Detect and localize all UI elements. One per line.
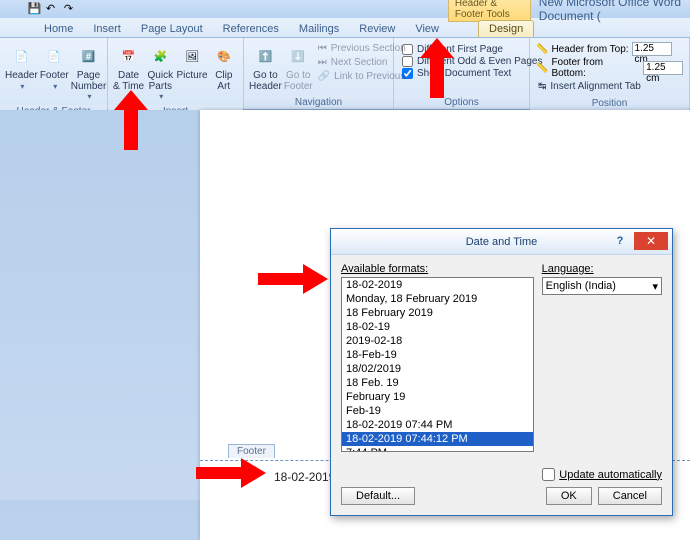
group-label-nav: Navigation [244, 96, 393, 109]
clipart-icon: 🎨 [210, 42, 238, 70]
goto-header-button[interactable]: ⬆️ Go to Header [248, 40, 283, 94]
tab-icon: ↹ [538, 81, 546, 92]
picture-icon: 🖼 [178, 42, 206, 70]
picture-button[interactable]: 🖼 Picture [176, 40, 209, 84]
tab-home[interactable]: Home [34, 21, 83, 37]
language-value: English (India) [546, 280, 616, 292]
annotation-arrow-up-2 [420, 38, 454, 98]
group-header-footer: 📄 Header 📄 Footer #️⃣ Page Number Header… [0, 38, 108, 109]
title-bar: 💾 ↶ ↷ Header & Footer Tools New Microsof… [0, 0, 690, 18]
group-options: Different First Page Different Odd & Eve… [394, 38, 530, 109]
format-option[interactable]: 18 Feb. 19 [342, 376, 533, 390]
format-option[interactable]: 18-02-19 [342, 320, 533, 334]
tab-insert[interactable]: Insert [83, 21, 131, 37]
tab-mailings[interactable]: Mailings [289, 21, 349, 37]
next-icon: ⏭ [318, 57, 327, 68]
update-automatically-checkbox[interactable]: Update automatically [542, 468, 662, 481]
prev-icon: ⏮ [318, 43, 327, 54]
clipart-button[interactable]: 🎨 Clip Art [209, 40, 239, 94]
format-option[interactable]: 18-02-2019 07:44:12 PM [342, 432, 533, 446]
date-time-button[interactable]: 📅 Date & Time [112, 40, 145, 94]
group-navigation: ⬆️ Go to Header ⬇️ Go to Footer ⏮Previou… [244, 38, 394, 109]
goto-header-icon: ⬆️ [251, 42, 279, 70]
dialog-close-button[interactable]: ✕ [634, 232, 668, 250]
format-option[interactable]: 18 February 2019 [342, 306, 533, 320]
format-option[interactable]: 2019-02-18 [342, 334, 533, 348]
tab-references[interactable]: References [213, 21, 289, 37]
group-position: 📏Header from Top:1.25 cm 📏Footer from Bo… [530, 38, 690, 109]
dialog-title-bar[interactable]: Date and Time ? ✕ [331, 229, 672, 255]
format-option[interactable]: 18-Feb-19 [342, 348, 533, 362]
calendar-icon: 📅 [115, 42, 143, 70]
quick-parts-button[interactable]: 🧩 Quick Parts [145, 40, 175, 103]
workspace: Footer 18-02-2019 07:44:02 PM Date and T… [0, 110, 690, 500]
insert-alignment-tab-button[interactable]: ↹Insert Alignment Tab [536, 80, 683, 93]
document-title: New Microsoft Office Word Document ( [539, 0, 690, 23]
language-select[interactable]: English (India) ▾ [542, 277, 662, 295]
dialog-title: Date and Time [466, 236, 538, 248]
annotation-arrow-right-1 [258, 264, 328, 294]
cancel-button[interactable]: Cancel [598, 487, 662, 505]
header-from-top-spinner[interactable]: 📏Header from Top:1.25 cm [536, 42, 683, 56]
tab-page-layout[interactable]: Page Layout [131, 21, 213, 37]
quick-access-toolbar[interactable]: 💾 ↶ ↷ [28, 2, 78, 16]
undo-icon[interactable]: ↶ [46, 2, 60, 16]
next-section-button: ⏭Next Section [316, 56, 408, 69]
chevron-down-icon: ▾ [652, 280, 658, 293]
previous-section-button: ⏮Previous Section [316, 42, 408, 55]
ruler-icon: 📏 [536, 44, 548, 55]
header-icon: 📄 [7, 42, 35, 70]
page-number-button[interactable]: #️⃣ Page Number [70, 40, 108, 103]
format-option[interactable]: 18-02-2019 [342, 278, 533, 292]
format-option[interactable]: 7:44 PM [342, 446, 533, 452]
format-option[interactable]: 18-02-2019 07:44 PM [342, 418, 533, 432]
tab-review[interactable]: Review [349, 21, 405, 37]
contextual-tab-label: Header & Footer Tools [448, 0, 531, 22]
annotation-arrow-up-1 [114, 90, 148, 150]
footer-icon: 📄 [40, 42, 68, 70]
tab-design[interactable]: Design [478, 20, 534, 37]
goto-footer-icon: ⬇️ [284, 42, 312, 70]
ok-button[interactable]: OK [546, 487, 592, 505]
header-button[interactable]: 📄 Header [4, 40, 39, 93]
redo-icon[interactable]: ↷ [64, 2, 78, 16]
page-number-icon: #️⃣ [75, 42, 103, 70]
language-label: Language: [542, 263, 662, 275]
link-icon: 🔗 [318, 71, 330, 82]
formats-listbox[interactable]: 18-02-2019Monday, 18 February 201918 Feb… [341, 277, 534, 452]
format-option[interactable]: February 19 [342, 390, 533, 404]
available-formats-label: Available formats: [341, 263, 534, 275]
format-option[interactable]: Monday, 18 February 2019 [342, 292, 533, 306]
tab-view[interactable]: View [405, 21, 449, 37]
group-label-options: Options [394, 96, 529, 109]
save-icon[interactable]: 💾 [28, 2, 42, 16]
date-time-dialog[interactable]: Date and Time ? ✕ Available formats: 18-… [330, 228, 673, 516]
dialog-help-button[interactable]: ? [610, 232, 630, 250]
default-button[interactable]: Default... [341, 487, 415, 505]
format-option[interactable]: 18/02/2019 [342, 362, 533, 376]
annotation-arrow-right-2 [196, 458, 266, 488]
group-label-position: Position [530, 97, 689, 110]
footer-section-tab: Footer [228, 444, 275, 458]
goto-footer-button: ⬇️ Go to Footer [283, 40, 314, 94]
ruler-icon: 📏 [536, 63, 548, 74]
footer-button[interactable]: 📄 Footer [39, 40, 70, 93]
quick-parts-icon: 🧩 [146, 42, 174, 70]
ribbon: 📄 Header 📄 Footer #️⃣ Page Number Header… [0, 38, 690, 110]
office-button[interactable] [0, 0, 22, 18]
format-option[interactable]: Feb-19 [342, 404, 533, 418]
link-previous-button: 🔗Link to Previous [316, 70, 408, 83]
footer-from-bottom-spinner[interactable]: 📏Footer from Bottom:1.25 cm [536, 57, 683, 79]
